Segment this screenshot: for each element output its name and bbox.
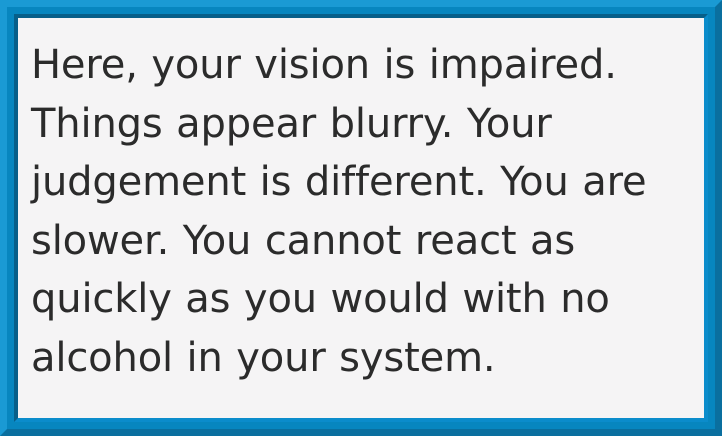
message-line-3: judgement is different. You are <box>31 159 647 205</box>
message-line-6: alcohol in your system. <box>31 334 496 381</box>
message-line-5: quickly as you would with no <box>31 276 610 322</box>
message-line-1: Here, your vision is impaired. <box>31 42 617 88</box>
message-text: Here, your vision is impaired. Things ap… <box>31 36 691 396</box>
message-line-4: slower. You cannot react as <box>31 217 576 264</box>
message-line-2: Things appear blurry. Your <box>31 100 552 147</box>
